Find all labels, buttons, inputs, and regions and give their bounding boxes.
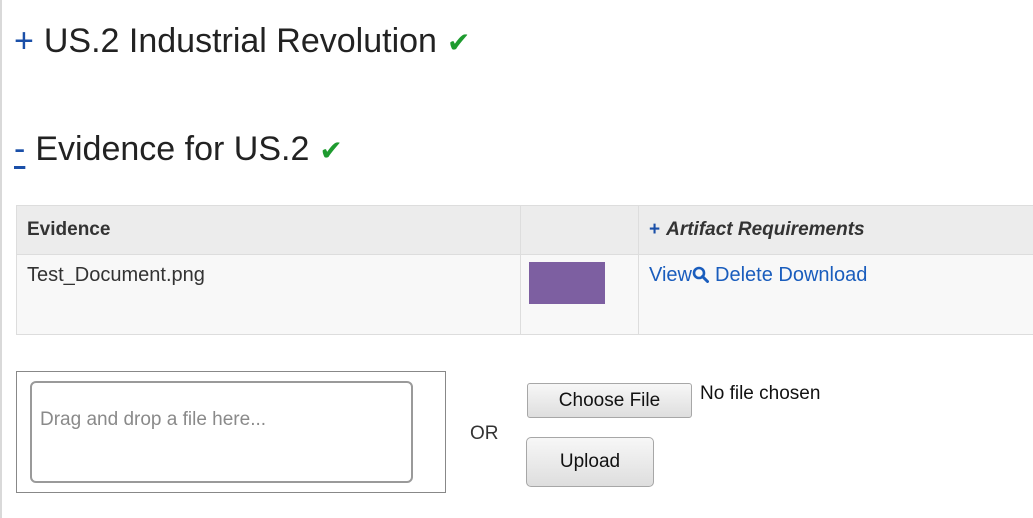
download-link[interactable]: Download (778, 264, 867, 286)
section-heading-evidence: - Evidence for US.2 ✔ (14, 130, 343, 169)
section-heading-industrial-revolution: + US.2 Industrial Revolution ✔ (14, 22, 470, 61)
column-header-artifact-requirements: Artifact Requirements (666, 219, 865, 240)
view-link[interactable]: View (649, 264, 715, 286)
view-link-label: View (649, 264, 692, 286)
evidence-file-name: Test_Document.png (27, 264, 205, 286)
dropzone-container: Drag and drop a file here... (16, 371, 446, 493)
artifact-requirements-toggle[interactable]: + Artifact Requirements (649, 206, 865, 254)
left-border (0, 0, 2, 518)
column-divider (520, 206, 521, 334)
section-title: US.2 Industrial Revolution (43, 22, 437, 60)
upload-button[interactable]: Upload (526, 437, 654, 487)
collapse-toggle[interactable]: - (14, 130, 25, 168)
file-status-text: No file chosen (700, 383, 821, 404)
row-actions: View Delete Download (649, 264, 867, 287)
checkmark-icon: ✔ (319, 135, 343, 166)
checkmark-icon: ✔ (446, 27, 471, 58)
delete-link[interactable]: Delete (715, 264, 773, 286)
file-thumbnail[interactable] (529, 262, 605, 304)
dropzone-placeholder: Drag and drop a file here... (40, 409, 267, 430)
expand-icon: + (649, 219, 661, 240)
table-header-row: Evidence + Artifact Requirements (17, 206, 1033, 255)
choose-file-button[interactable]: Choose File (527, 383, 692, 418)
magnifier-icon (692, 266, 709, 283)
column-header-evidence: Evidence (27, 219, 111, 240)
expand-toggle[interactable]: + (14, 22, 34, 60)
or-label: OR (470, 423, 499, 444)
column-divider (638, 206, 639, 334)
file-dropzone[interactable]: Drag and drop a file here... (30, 381, 413, 483)
evidence-table: Evidence + Artifact Requirements Test_Doc… (16, 205, 1033, 335)
section-title: Evidence for US.2 (35, 130, 310, 168)
